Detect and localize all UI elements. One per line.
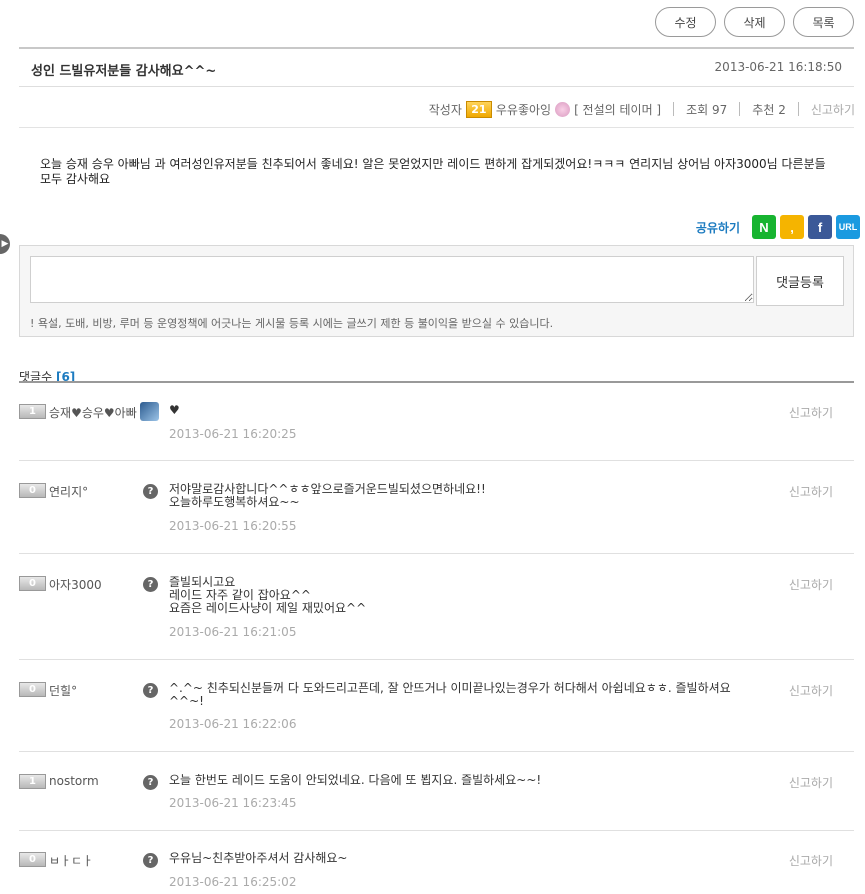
meta-divider bbox=[739, 102, 741, 116]
delete-button[interactable]: 삭제 bbox=[724, 7, 785, 37]
post-toolbar: 수정 삭제 목록 bbox=[655, 7, 854, 37]
author-name[interactable]: 우유좋아잉 bbox=[496, 101, 551, 118]
comment-author[interactable]: 연리지° bbox=[49, 483, 88, 500]
comment-text: 저야말로감사합니다^^ㅎㅎ앞으로즐거운드빌되셨으면하네요!! 오늘하루도행복하셔… bbox=[169, 482, 486, 509]
author-label: 작성자 bbox=[428, 102, 462, 117]
post-meta: 작성자 21 우유좋아잉 [ 전설의 테이머 ] 조회 97 추천 2 신고하기 bbox=[429, 96, 855, 122]
comment-item: 0 던힐° ? ^.^~ 친추되신분들꺼 다 도와드리고픈데, 잘 안뜨거나 이… bbox=[19, 682, 854, 752]
comment-date: 2013-06-21 16:22:06 bbox=[169, 717, 297, 731]
comment-text: 우유님~친추받아주셔서 감사해요~ bbox=[169, 851, 348, 865]
comment-submit-button[interactable]: 댓글등록 bbox=[756, 256, 844, 306]
side-toggle-icon[interactable]: ▶ bbox=[0, 234, 10, 254]
share-label: 공유하기 bbox=[695, 220, 740, 235]
divider bbox=[19, 381, 854, 383]
comment-text: 즐빌되시고요 레이드 자주 같이 잡아요^^ 요즘은 레이드사냥이 제일 재밌어… bbox=[169, 575, 367, 615]
comment-level-badge: 0 bbox=[19, 576, 46, 591]
comment-text: ^.^~ 친추되신분들꺼 다 도와드리고픈데, 잘 안뜨거나 이미끝나있는경우가… bbox=[169, 681, 731, 708]
question-icon: ? bbox=[143, 775, 158, 790]
comment-date: 2013-06-21 16:23:45 bbox=[169, 796, 297, 810]
post-title: 성인 드빌유저분들 감사해요^^~ bbox=[31, 64, 217, 79]
recommend-count: 추천 2 bbox=[752, 102, 786, 117]
share-bar: 공유하기 N , f URL bbox=[696, 215, 860, 239]
comment-item: 0 연리지° ? 저야말로감사합니다^^ㅎㅎ앞으로즐거운드빌되셨으면하네요!! … bbox=[19, 483, 854, 554]
comment-date: 2013-06-21 16:20:55 bbox=[169, 519, 297, 533]
comment-level-badge: 0 bbox=[19, 682, 46, 697]
post-body: 오늘 승재 승우 아빠님 과 여러성인유저분들 친추되어서 좋네요! 알은 못얻… bbox=[40, 157, 826, 186]
view-count: 조회 97 bbox=[686, 102, 728, 117]
comment-level-badge: 1 bbox=[19, 774, 46, 789]
post-date: 2013-06-21 16:18:50 bbox=[714, 60, 842, 74]
avatar-icon bbox=[140, 402, 159, 421]
comment-author[interactable]: nostorm bbox=[49, 774, 99, 788]
question-icon: ? bbox=[143, 484, 158, 499]
comment-report-link[interactable]: 신고하기 bbox=[789, 404, 833, 421]
question-icon: ? bbox=[143, 683, 158, 698]
comment-item: 1 nostorm ? 오늘 한번도 레이드 도움이 안되었네요. 다음에 또 … bbox=[19, 774, 854, 831]
comment-date: 2013-06-21 16:20:25 bbox=[169, 427, 297, 441]
comment-level-badge: 0 bbox=[19, 483, 46, 498]
comment-author[interactable]: 던힐° bbox=[49, 682, 77, 699]
author-server: [ 전설의 테이머 ] bbox=[574, 102, 662, 117]
comment-date: 2013-06-21 16:25:02 bbox=[169, 875, 297, 889]
question-icon: ? bbox=[143, 853, 158, 868]
comment-author[interactable]: 아자3000 bbox=[49, 576, 102, 593]
comment-report-link[interactable]: 신고하기 bbox=[789, 852, 833, 869]
comment-date: 2013-06-21 16:21:05 bbox=[169, 625, 297, 639]
comment-author[interactable]: 승재♥승우♥아빠 bbox=[49, 404, 137, 421]
comment-item: 0 ㅂㅏㄷㅏ ? 우유님~친추받아주셔서 감사해요~ 2013-06-21 16… bbox=[19, 852, 854, 892]
comment-input[interactable] bbox=[30, 256, 754, 303]
comment-level-badge: 0 bbox=[19, 852, 46, 867]
meta-divider bbox=[797, 102, 799, 116]
post-title-bar: 성인 드빌유저분들 감사해요^^~ 2013-06-21 16:18:50 bbox=[19, 47, 854, 87]
grade-icon bbox=[555, 101, 571, 117]
naver-share-icon[interactable]: N bbox=[752, 215, 776, 239]
comment-text: 오늘 한번도 레이드 도움이 안되었네요. 다음에 또 뵙지요. 즐빌하세요~~… bbox=[169, 773, 542, 787]
comment-report-link[interactable]: 신고하기 bbox=[789, 576, 833, 593]
comment-form: 댓글등록 ! 욕설, 도배, 비방, 루머 등 운영정책에 어긋나는 게시물 등… bbox=[19, 245, 854, 337]
comment-item: 0 아자3000 ? 즐빌되시고요 레이드 자주 같이 잡아요^^ 요즘은 레이… bbox=[19, 576, 854, 660]
comment-level-badge: 1 bbox=[19, 404, 46, 419]
post-report-link[interactable]: 신고하기 bbox=[811, 101, 855, 118]
comment-text: ♥ bbox=[169, 403, 180, 417]
facebook-share-icon[interactable]: f bbox=[808, 215, 832, 239]
list-button[interactable]: 목록 bbox=[793, 7, 854, 37]
question-icon: ? bbox=[143, 577, 158, 592]
edit-button[interactable]: 수정 bbox=[655, 7, 716, 37]
author-level-badge: 21 bbox=[465, 100, 492, 118]
meta-divider bbox=[673, 102, 675, 116]
comment-report-link[interactable]: 신고하기 bbox=[789, 682, 833, 699]
policy-note: ! 욕설, 도배, 비방, 루머 등 운영정책에 어긋나는 게시물 등록 시에는… bbox=[30, 317, 554, 330]
comment-report-link[interactable]: 신고하기 bbox=[789, 483, 833, 500]
kakao-share-icon[interactable]: , bbox=[780, 215, 804, 239]
url-share-icon[interactable]: URL bbox=[836, 215, 860, 239]
comment-author[interactable]: ㅂㅏㄷㅏ bbox=[49, 852, 93, 869]
comment-item: 1 승재♥승우♥아빠 ♥ 2013-06-21 16:20:25 신고하기 bbox=[19, 402, 854, 461]
comment-report-link[interactable]: 신고하기 bbox=[789, 774, 833, 791]
divider bbox=[19, 127, 854, 128]
